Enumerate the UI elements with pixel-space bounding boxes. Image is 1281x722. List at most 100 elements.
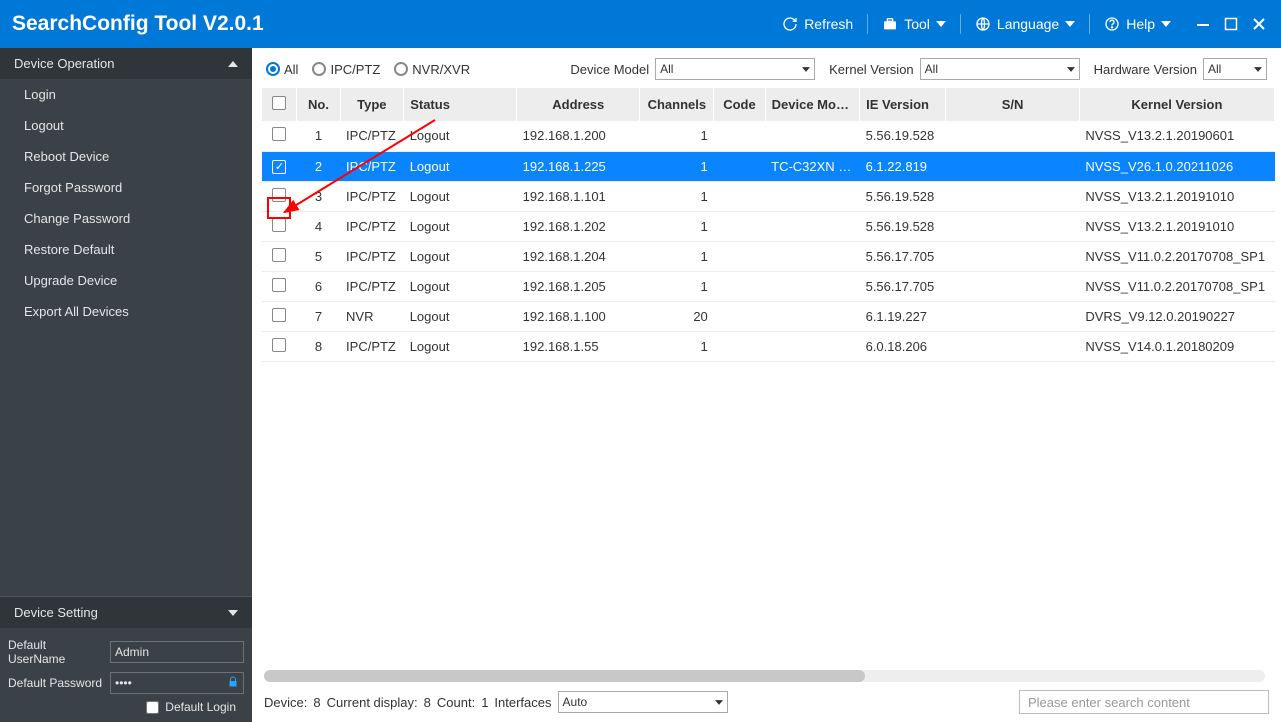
col-status[interactable]: Status bbox=[404, 88, 517, 121]
scrollbar-thumb[interactable] bbox=[264, 670, 865, 682]
chevron-down-icon bbox=[802, 67, 810, 72]
sidebar-item-logout[interactable]: Logout bbox=[0, 110, 252, 141]
kernel-version-dropdown[interactable]: All bbox=[920, 58, 1080, 80]
select-all-checkbox[interactable] bbox=[272, 96, 286, 110]
search-placeholder: Please enter search content bbox=[1028, 695, 1190, 710]
cell-device-model bbox=[765, 301, 859, 331]
cell-kernel-version: NVSS_V11.0.2.20170708_SP1 bbox=[1079, 271, 1274, 301]
device-setting-label: Device Setting bbox=[14, 605, 98, 620]
col-no[interactable]: No. bbox=[297, 88, 340, 121]
cell-status: Logout bbox=[404, 331, 517, 361]
device-model-dropdown[interactable]: All bbox=[655, 58, 815, 80]
cell-kernel-version: NVSS_V14.0.1.20180209 bbox=[1079, 331, 1274, 361]
device-operation-label: Device Operation bbox=[14, 56, 114, 71]
hardware-version-value: All bbox=[1208, 62, 1221, 76]
cell-device-model bbox=[765, 211, 859, 241]
table-row[interactable]: 6IPC/PTZLogout192.168.1.20515.56.17.705N… bbox=[262, 271, 1275, 301]
minimize-button[interactable] bbox=[1193, 14, 1213, 34]
search-input[interactable]: Please enter search content bbox=[1019, 690, 1269, 714]
row-checkbox[interactable] bbox=[272, 308, 286, 322]
sidebar-item-upgrade-device[interactable]: Upgrade Device bbox=[0, 265, 252, 296]
cell-kernel-version: NVSS_V13.2.1.20191010 bbox=[1079, 181, 1274, 211]
help-label: Help bbox=[1126, 16, 1155, 32]
cell-address: 192.168.1.55 bbox=[517, 331, 640, 361]
sidebar-item-change-password[interactable]: Change Password bbox=[0, 203, 252, 234]
device-model-value: All bbox=[660, 62, 673, 76]
status-bar: Device: 8 Current display: 8 Count: 1 In… bbox=[252, 682, 1281, 722]
radio-ipc[interactable]: IPC/PTZ bbox=[312, 62, 380, 77]
cell-channels: 1 bbox=[640, 181, 714, 211]
col-sn[interactable]: S/N bbox=[946, 88, 1079, 121]
refresh-button[interactable]: Refresh bbox=[768, 0, 867, 48]
col-device-model[interactable]: Device Model bbox=[765, 88, 859, 121]
tool-menu[interactable]: Tool bbox=[868, 0, 960, 48]
status-device-label: Device: bbox=[264, 695, 307, 710]
row-checkbox[interactable] bbox=[272, 278, 286, 292]
sidebar-item-login[interactable]: Login bbox=[0, 79, 252, 110]
device-setting-header[interactable]: Device Setting bbox=[0, 596, 252, 628]
row-checkbox[interactable] bbox=[272, 160, 286, 174]
row-checkbox[interactable] bbox=[272, 248, 286, 262]
horizontal-scrollbar[interactable] bbox=[264, 670, 1265, 682]
device-model-label: Device Model bbox=[570, 62, 649, 77]
col-kernel-version[interactable]: Kernel Version bbox=[1079, 88, 1274, 121]
device-table: No. Type Status Address Channels Code De… bbox=[262, 88, 1275, 362]
sidebar-item-reboot[interactable]: Reboot Device bbox=[0, 141, 252, 172]
col-channels[interactable]: Channels bbox=[640, 88, 714, 121]
col-code[interactable]: Code bbox=[714, 88, 765, 121]
cell-no: 4 bbox=[297, 211, 340, 241]
status-count-label: Count: bbox=[437, 695, 475, 710]
refresh-label: Refresh bbox=[804, 16, 853, 32]
cell-code bbox=[714, 271, 765, 301]
table-row[interactable]: 1IPC/PTZLogout192.168.1.20015.56.19.528N… bbox=[262, 121, 1275, 151]
table-row[interactable]: 4IPC/PTZLogout192.168.1.20215.56.19.528N… bbox=[262, 211, 1275, 241]
row-checkbox[interactable] bbox=[272, 127, 286, 141]
cell-kernel-version: NVSS_V13.2.1.20190601 bbox=[1079, 121, 1274, 151]
radio-all[interactable]: All bbox=[266, 62, 298, 77]
table-row[interactable]: 2IPC/PTZLogout192.168.1.2251TC-C32XN S…6… bbox=[262, 151, 1275, 181]
table-row[interactable]: 8IPC/PTZLogout192.168.1.5516.0.18.206NVS… bbox=[262, 331, 1275, 361]
device-operation-header[interactable]: Device Operation bbox=[0, 48, 252, 79]
cell-sn bbox=[946, 271, 1079, 301]
table-row[interactable]: 5IPC/PTZLogout192.168.1.20415.56.17.705N… bbox=[262, 241, 1275, 271]
col-address[interactable]: Address bbox=[517, 88, 640, 121]
maximize-button[interactable] bbox=[1221, 14, 1241, 34]
default-password-input[interactable] bbox=[115, 676, 223, 690]
device-type-radios: All IPC/PTZ NVR/XVR bbox=[266, 62, 470, 77]
cell-kernel-version: NVSS_V13.2.1.20191010 bbox=[1079, 211, 1274, 241]
tool-label: Tool bbox=[904, 16, 930, 32]
collapse-up-icon bbox=[228, 61, 238, 67]
interfaces-dropdown[interactable]: Auto bbox=[558, 691, 728, 713]
close-button[interactable] bbox=[1249, 14, 1269, 34]
cell-code bbox=[714, 181, 765, 211]
help-icon bbox=[1104, 16, 1120, 32]
cell-code bbox=[714, 211, 765, 241]
language-menu[interactable]: Language bbox=[961, 0, 1089, 48]
cell-sn bbox=[946, 181, 1079, 211]
hardware-version-dropdown[interactable]: All bbox=[1203, 58, 1267, 80]
col-type[interactable]: Type bbox=[340, 88, 404, 121]
sidebar-item-forgot-password[interactable]: Forgot Password bbox=[0, 172, 252, 203]
help-menu[interactable]: Help bbox=[1090, 0, 1185, 48]
table-row[interactable]: 3IPC/PTZLogout192.168.1.10115.56.19.528N… bbox=[262, 181, 1275, 211]
radio-nvr-label: NVR/XVR bbox=[412, 62, 470, 77]
radio-nvr[interactable]: NVR/XVR bbox=[394, 62, 470, 77]
sidebar-item-export-all[interactable]: Export All Devices bbox=[0, 296, 252, 327]
cell-ie-version: 5.56.19.528 bbox=[860, 121, 946, 151]
default-login-checkbox[interactable] bbox=[146, 701, 159, 714]
row-checkbox[interactable] bbox=[272, 188, 286, 202]
sidebar-item-restore-default[interactable]: Restore Default bbox=[0, 234, 252, 265]
col-ie-version[interactable]: IE Version bbox=[860, 88, 946, 121]
status-device-value: 8 bbox=[313, 695, 320, 710]
cell-status: Logout bbox=[404, 121, 517, 151]
row-checkbox[interactable] bbox=[272, 338, 286, 352]
cell-type: NVR bbox=[340, 301, 404, 331]
row-checkbox[interactable] bbox=[272, 218, 286, 232]
cell-status: Logout bbox=[404, 151, 517, 181]
cell-channels: 1 bbox=[640, 151, 714, 181]
collapse-down-icon bbox=[228, 610, 238, 616]
default-username-input[interactable] bbox=[115, 645, 239, 659]
cell-device-model: TC-C32XN S… bbox=[765, 151, 859, 181]
cell-code bbox=[714, 241, 765, 271]
table-row[interactable]: 7NVRLogout192.168.1.100206.1.19.227DVRS_… bbox=[262, 301, 1275, 331]
